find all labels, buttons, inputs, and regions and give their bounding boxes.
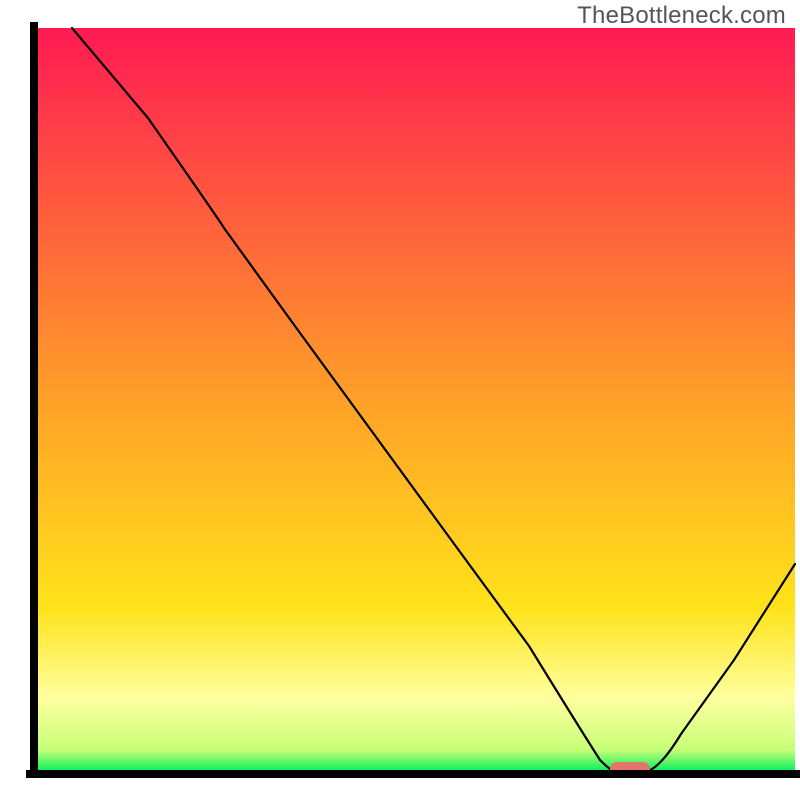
bottleneck-chart bbox=[0, 0, 800, 800]
gradient-background bbox=[34, 28, 795, 772]
chart-frame: TheBottleneck.com bbox=[0, 0, 800, 800]
watermark-label: TheBottleneck.com bbox=[577, 2, 786, 30]
